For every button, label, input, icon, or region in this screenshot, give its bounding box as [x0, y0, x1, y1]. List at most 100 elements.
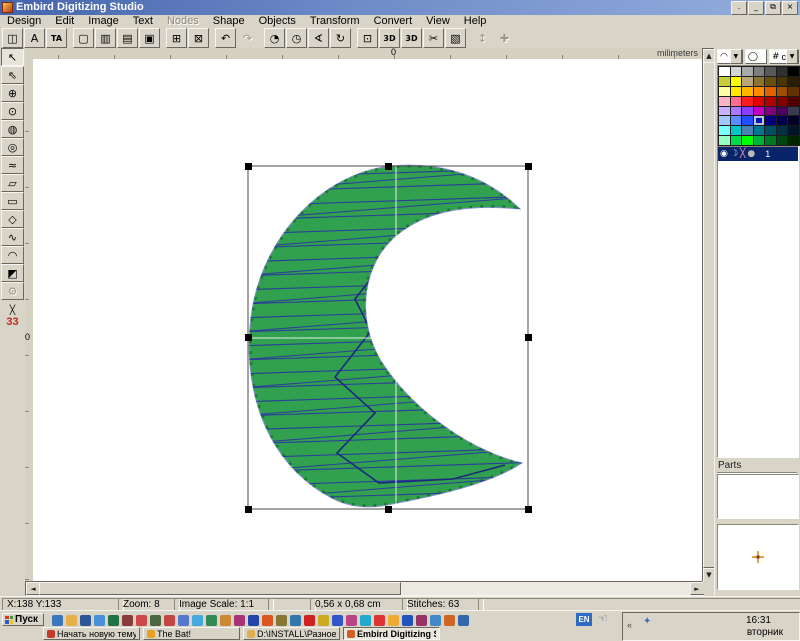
compass-button[interactable]: ◔ [264, 28, 285, 48]
quicklaunch-icon[interactable] [220, 615, 231, 626]
image-button[interactable]: ▧ [445, 28, 466, 48]
stitch-edit-button[interactable]: ✂ [423, 28, 444, 48]
angle-button[interactable]: ∢ [308, 28, 329, 48]
taskbar-window-button[interactable]: D:\INSTALL\Разное\Embird [243, 627, 340, 640]
menu-objects[interactable]: Objects [252, 15, 303, 28]
palette-color[interactable] [719, 97, 730, 106]
palette-color[interactable] [742, 116, 753, 125]
fill-hole-tool[interactable]: ◎ [1, 138, 24, 156]
quicklaunch-icon[interactable] [178, 615, 189, 626]
palette-color[interactable] [788, 116, 799, 125]
palette-color[interactable] [765, 136, 776, 145]
palette-color[interactable] [742, 97, 753, 106]
taskbar-window-button[interactable]: Начать новую тему :: В... [43, 627, 140, 640]
palette-color[interactable] [765, 126, 776, 135]
palette-color[interactable] [719, 136, 730, 145]
palette-color[interactable] [742, 87, 753, 96]
menu-help[interactable]: Help [457, 15, 494, 28]
horizontal-scroll-thumb[interactable] [39, 582, 401, 595]
hoop-window-button[interactable]: ⊡ [357, 28, 378, 48]
menu-design[interactable]: Design [0, 15, 48, 28]
quicklaunch-icon[interactable] [416, 615, 427, 626]
quicklaunch-icon[interactable] [122, 615, 133, 626]
hand-icon[interactable]: ☜ [598, 612, 608, 625]
palette-color[interactable] [719, 67, 730, 76]
quicklaunch-icon[interactable] [374, 615, 385, 626]
quicklaunch-icon[interactable] [444, 615, 455, 626]
palette-color[interactable] [731, 126, 742, 135]
zigzag-tool[interactable]: ∿ [1, 228, 24, 246]
select-tool[interactable]: ↖ [1, 48, 24, 66]
quicklaunch-icon[interactable] [108, 615, 119, 626]
taskbar-window-button[interactable]: Embird Digitizing Stud... [343, 627, 440, 640]
gauge-button[interactable]: ◷ [286, 28, 307, 48]
small-lettering-button[interactable]: TA [46, 28, 67, 48]
crescent-object[interactable] [249, 165, 522, 507]
design-canvas[interactable] [33, 59, 702, 581]
quicklaunch-icon[interactable] [332, 615, 343, 626]
eye-icon[interactable]: ◉ [720, 149, 728, 159]
menu-view[interactable]: View [419, 15, 457, 28]
fill-region-tool[interactable]: ◍ [1, 120, 24, 138]
palette-color[interactable] [777, 77, 788, 86]
quicklaunch-icon[interactable] [164, 615, 175, 626]
palette-color[interactable] [777, 136, 788, 145]
menu-image[interactable]: Image [81, 15, 126, 28]
palette-color[interactable] [788, 97, 799, 106]
palette-color[interactable] [765, 87, 776, 96]
palette-color[interactable] [719, 87, 730, 96]
selection-handle[interactable] [525, 334, 532, 341]
palette-color[interactable] [788, 87, 799, 96]
quicklaunch-icon[interactable] [248, 615, 259, 626]
palette-color[interactable] [788, 126, 799, 135]
region-outline-tool[interactable]: ◇ [1, 210, 24, 228]
quicklaunch-icon[interactable] [66, 615, 77, 626]
paste-button[interactable]: ⊠ [188, 28, 209, 48]
close-button[interactable]: × [782, 1, 798, 15]
palette-color[interactable] [731, 116, 742, 125]
palette-color[interactable] [731, 97, 742, 106]
minimize-button[interactable]: _ [748, 1, 764, 15]
quicklaunch-icon[interactable] [234, 615, 245, 626]
quicklaunch-icon[interactable] [206, 615, 217, 626]
curve-style-combo-dropdown[interactable]: ▼ [730, 49, 742, 64]
palette-color[interactable] [777, 116, 788, 125]
palette-color[interactable] [788, 136, 799, 145]
undo-button[interactable]: ↶ [215, 28, 236, 48]
stitch-mode-combo-dropdown[interactable]: ▼ [786, 49, 798, 64]
view-3d-button[interactable]: 3D [379, 28, 400, 48]
palette-color[interactable] [742, 77, 753, 86]
selection-handle[interactable] [245, 334, 252, 341]
zoom-tool[interactable]: ⊕ [1, 84, 24, 102]
palette-color[interactable] [719, 77, 730, 86]
quicklaunch-icon[interactable] [430, 615, 441, 626]
palette-color[interactable] [777, 67, 788, 76]
selection-handle[interactable] [525, 506, 532, 513]
quicklaunch-icon[interactable] [276, 615, 287, 626]
palette-color[interactable] [754, 126, 765, 135]
lettering-button[interactable]: A [24, 28, 45, 48]
quicklaunch-icon[interactable] [150, 615, 161, 626]
quicklaunch-icon[interactable] [402, 615, 413, 626]
horizontal-scrollbar[interactable]: ◄ ► [25, 581, 704, 596]
restore-button[interactable]: ⧉ [765, 1, 781, 15]
palette-color[interactable] [777, 87, 788, 96]
save-button[interactable]: ▣ [139, 28, 160, 48]
balloon-tool[interactable]: ◩ [1, 264, 24, 282]
selection-handle[interactable] [245, 506, 252, 513]
palette-color[interactable] [788, 67, 799, 76]
palette-color[interactable] [788, 107, 799, 116]
palette-color[interactable] [765, 77, 776, 86]
quicklaunch-icon[interactable] [346, 615, 357, 626]
palette-color[interactable] [765, 67, 776, 76]
palette-color[interactable] [754, 67, 765, 76]
outline-tool[interactable]: ▭ [1, 192, 24, 210]
palette-color[interactable] [754, 116, 765, 125]
tray-app-icon[interactable]: ✦ [643, 616, 651, 627]
start-button[interactable]: Пуск [2, 613, 44, 626]
palette-color[interactable] [777, 107, 788, 116]
quicklaunch-icon[interactable] [304, 615, 315, 626]
curve-style-combo[interactable]: ◠▼ [717, 49, 743, 64]
quicklaunch-icon[interactable] [192, 615, 203, 626]
quicklaunch-icon[interactable] [360, 615, 371, 626]
